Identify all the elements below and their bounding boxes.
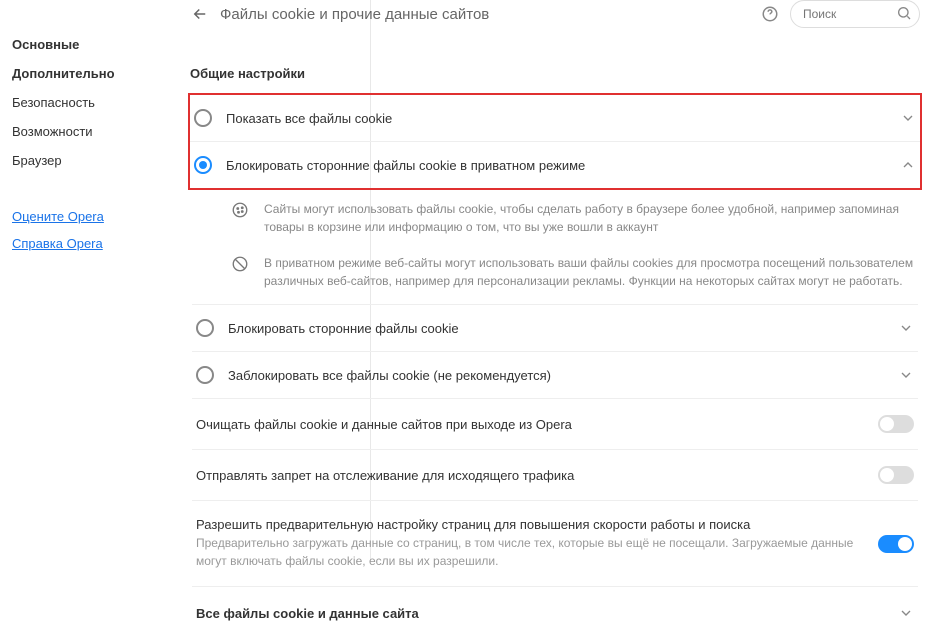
chevron-down-icon [898, 605, 914, 621]
chevron-down-icon [898, 367, 914, 383]
help-icon[interactable] [760, 4, 780, 24]
toggle-label: Отправлять запрет на отслеживание для ис… [196, 468, 864, 483]
toggle-preload: Разрешить предварительную настройку стра… [192, 501, 918, 587]
radio-icon [194, 109, 212, 127]
radio-allow-all[interactable]: Показать все файлы cookie [190, 95, 920, 142]
sidebar-item-advanced[interactable]: Дополнительно [12, 59, 160, 88]
radio-icon [196, 319, 214, 337]
sidebar-item-browser[interactable]: Браузер [12, 146, 160, 175]
toggle-sublabel: Предварительно загружать данные со стран… [196, 534, 864, 570]
radio-label: Блокировать сторонние файлы cookie в при… [226, 158, 886, 173]
toggle-switch[interactable] [878, 415, 914, 433]
section-title: Общие настройки [180, 36, 930, 93]
sidebar-item-security[interactable]: Безопасность [12, 88, 160, 117]
chevron-down-icon [898, 320, 914, 336]
sidebar-link-rate[interactable]: Оцените Opera [12, 203, 160, 230]
search-wrap [790, 0, 920, 28]
chevron-up-icon [900, 157, 916, 173]
toggle-label: Разрешить предварительную настройку стра… [196, 517, 864, 532]
toggle-switch[interactable] [878, 466, 914, 484]
sidebar-item-basic[interactable]: Основные [12, 30, 160, 59]
desc-block-2: В приватном режиме веб-сайты могут испол… [192, 246, 918, 305]
radio-block-all[interactable]: Заблокировать все файлы cookie (не реком… [192, 352, 918, 399]
search-icon [896, 5, 912, 21]
all-cookies-row[interactable]: Все файлы cookie и данные сайта [192, 587, 918, 629]
radio-label: Заблокировать все файлы cookie (не реком… [228, 368, 884, 383]
cookie-icon [230, 200, 250, 220]
radio-icon [196, 366, 214, 384]
main-content: Файлы cookie и прочие данные сайтов Общи… [180, 0, 950, 560]
desc-text: В приватном режиме веб-сайты могут испол… [264, 254, 914, 290]
radio-label: Блокировать сторонние файлы cookie [228, 321, 884, 336]
block-icon [230, 254, 250, 274]
toggle-switch[interactable] [878, 535, 914, 553]
sidebar-link-help[interactable]: Справка Opera [12, 230, 160, 257]
desc-text: Сайты могут использовать файлы cookie, ч… [264, 200, 914, 236]
radio-icon [194, 156, 212, 174]
toggle-label: Очищать файлы cookie и данные сайтов при… [196, 417, 864, 432]
sidebar-item-features[interactable]: Возможности [12, 117, 160, 146]
radio-block-third-party[interactable]: Блокировать сторонние файлы cookie [192, 305, 918, 352]
page-title: Файлы cookie и прочие данные сайтов [220, 6, 750, 23]
desc-block-1: Сайты могут использовать файлы cookie, ч… [192, 192, 918, 246]
radio-label: Показать все файлы cookie [226, 111, 886, 126]
back-icon[interactable] [190, 4, 210, 24]
sidebar: Основные Дополнительно Безопасность Возм… [0, 0, 180, 560]
all-cookies-label: Все файлы cookie и данные сайта [196, 606, 884, 621]
highlighted-options: Показать все файлы cookie Блокировать ст… [188, 93, 922, 190]
header: Файлы cookie и прочие данные сайтов [180, 0, 930, 36]
chevron-down-icon [900, 110, 916, 126]
toggle-clear-on-exit: Очищать файлы cookie и данные сайтов при… [192, 399, 918, 450]
toggle-dnt: Отправлять запрет на отслеживание для ис… [192, 450, 918, 501]
radio-block-third-party-private[interactable]: Блокировать сторонние файлы cookie в при… [190, 142, 920, 188]
